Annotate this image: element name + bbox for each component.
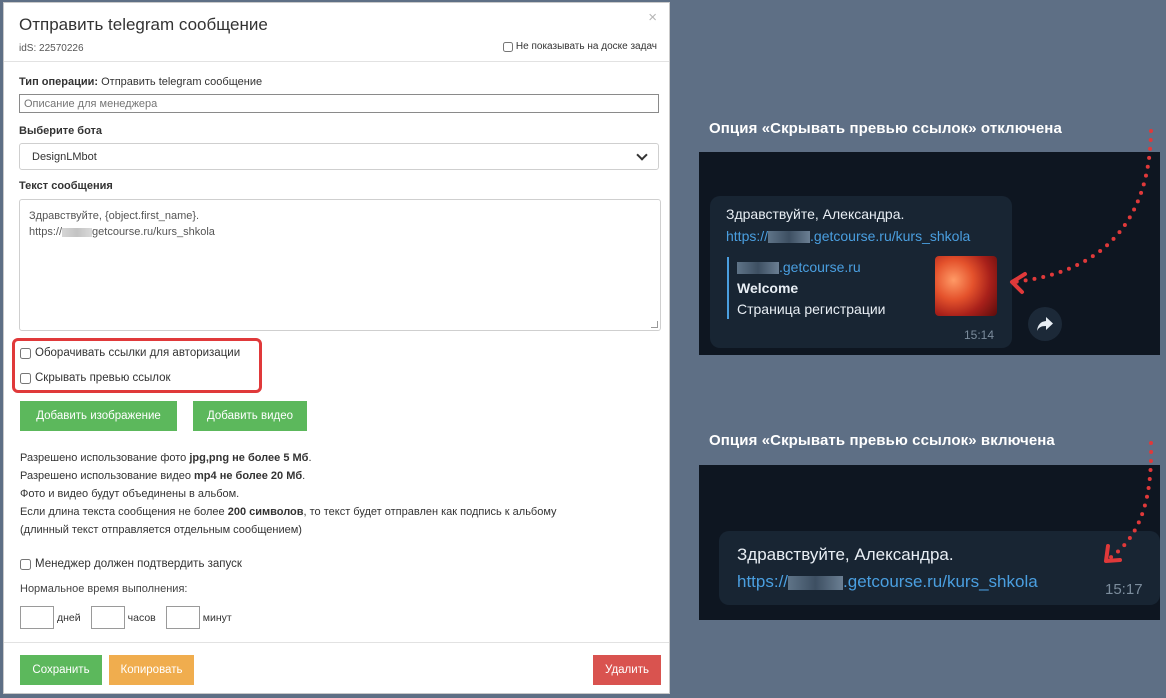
message-link[interactable]: https:// .getcourse.ru/kurs_shkola bbox=[726, 228, 970, 244]
manager-confirm-option[interactable]: Менеджер должен подтвердить запуск bbox=[20, 558, 242, 570]
preview-thumbnail bbox=[935, 256, 997, 316]
hide-preview-checkbox[interactable] bbox=[20, 372, 31, 384]
modal-title: Отправить telegram сообщение bbox=[19, 15, 268, 34]
info-line-4: Если длина текста сообщения не более 200… bbox=[20, 506, 557, 518]
days-input[interactable] bbox=[20, 606, 54, 629]
info-line-3: Фото и видео будут объединены в альбом. bbox=[20, 488, 240, 500]
link-preview-bar bbox=[727, 257, 729, 319]
info-line-5: (длинный текст отправляется отдельным со… bbox=[20, 524, 302, 536]
bot-select[interactable]: DesignLMbot bbox=[19, 143, 659, 170]
preview-description: Страница регистрации bbox=[737, 301, 886, 317]
add-image-button[interactable]: Добавить изображение bbox=[20, 401, 177, 431]
operation-type: Тип операции: Отправить telegram сообщен… bbox=[19, 76, 262, 88]
message-link[interactable]: https:// .getcourse.ru/kurs_shkola bbox=[737, 572, 1038, 592]
blurred-subdomain bbox=[62, 227, 93, 237]
bot-label: Выберите бота bbox=[19, 125, 103, 137]
wrap-links-label: Оборачивать ссылки для авторизации bbox=[35, 347, 241, 359]
normal-time-label: Нормальное время выполнения: bbox=[20, 583, 188, 595]
operation-type-label: Тип операции: bbox=[19, 76, 99, 88]
close-icon[interactable]: × bbox=[648, 9, 657, 26]
hide-from-board-checkbox[interactable] bbox=[502, 41, 513, 52]
link-suffix: .getcourse.ru/kurs_shkola bbox=[810, 228, 971, 244]
wrap-links-checkbox[interactable] bbox=[20, 347, 31, 359]
operation-ids: idS: 22570226 bbox=[19, 43, 84, 54]
share-arrow-icon[interactable] bbox=[1028, 307, 1062, 341]
copy-button[interactable]: Копировать bbox=[109, 655, 194, 685]
message-label: Текст сообщения bbox=[19, 180, 113, 192]
message-time: 15:14 bbox=[964, 328, 995, 342]
info-line-1: Разрешено использование фото jpg,png не … bbox=[20, 452, 312, 464]
blurred-subdomain bbox=[768, 231, 811, 244]
header-divider bbox=[4, 61, 669, 62]
manager-description-input[interactable] bbox=[19, 94, 659, 113]
message-link-suffix: getcourse.ru/kurs_shkola bbox=[92, 226, 215, 238]
hours-unit: часов bbox=[127, 611, 156, 624]
operation-type-value: Отправить telegram сообщение bbox=[101, 76, 263, 88]
days-unit: дней bbox=[57, 611, 81, 624]
manager-confirm-label: Менеджер должен подтвердить запуск bbox=[35, 558, 242, 570]
message-time: 15:17 bbox=[1105, 581, 1143, 598]
manager-confirm-checkbox[interactable] bbox=[20, 558, 31, 570]
footer-divider bbox=[4, 642, 669, 643]
telegram-preview-off: Здравствуйте, Александра. https:// .getco… bbox=[699, 152, 1160, 355]
hide-from-board-label: Не показывать на доске задач bbox=[515, 41, 657, 52]
message-link-prefix: https:// bbox=[29, 226, 63, 238]
preview-title: Welcome bbox=[737, 280, 799, 296]
telegram-operation-modal: Отправить telegram сообщение × idS: 2257… bbox=[3, 2, 670, 694]
bot-selected-value: DesignLMbot bbox=[32, 150, 97, 163]
resize-handle-icon[interactable] bbox=[651, 321, 658, 328]
message-line-2: https:// getcourse.ru/kurs_shkola bbox=[29, 224, 651, 240]
blurred-subdomain bbox=[737, 262, 779, 275]
preview-site-name: .getcourse.ru bbox=[779, 259, 861, 275]
wrap-links-option[interactable]: Оборачивать ссылки для авторизации bbox=[20, 347, 240, 359]
minutes-unit: минут bbox=[202, 611, 232, 624]
hide-preview-option[interactable]: Скрывать превью ссылок bbox=[20, 372, 171, 384]
greeting-text: Здравствуйте, Александра. bbox=[737, 545, 954, 564]
caption-preview-on: Опция «Скрывать превью ссылок» включена bbox=[709, 432, 1055, 449]
message-bubble bbox=[719, 531, 1160, 605]
preview-site: .getcourse.ru bbox=[737, 259, 861, 275]
minutes-input[interactable] bbox=[165, 606, 200, 629]
telegram-preview-on: Здравствуйте, Александра. https:// .getco… bbox=[699, 465, 1160, 620]
save-button[interactable]: Сохранить bbox=[20, 655, 102, 685]
link-suffix: .getcourse.ru/kurs_shkola bbox=[843, 572, 1038, 591]
media-info: Разрешено использование фото jpg,png не … bbox=[20, 449, 557, 539]
message-line-1: Здравствуйте, {object.first_name}. bbox=[29, 210, 200, 222]
hide-preview-label: Скрывать превью ссылок bbox=[35, 372, 171, 384]
normal-time-inputs: дней часов минут bbox=[20, 606, 242, 629]
info-line-2: Разрешено использование видео mp4 не бол… bbox=[20, 470, 306, 482]
hours-input[interactable] bbox=[90, 606, 125, 629]
greeting-text: Здравствуйте, Александра. bbox=[726, 206, 905, 222]
blurred-subdomain bbox=[788, 575, 844, 590]
link-prefix: https:// bbox=[737, 572, 789, 591]
caption-preview-off: Опция «Скрывать превью ссылок» отключена bbox=[709, 120, 1062, 137]
chevron-down-icon bbox=[636, 148, 648, 161]
message-textarea[interactable]: Здравствуйте, {object.first_name}. https… bbox=[19, 199, 661, 331]
delete-button[interactable]: Удалить bbox=[593, 655, 661, 685]
add-video-button[interactable]: Добавить видео bbox=[193, 401, 307, 431]
link-prefix: https:// bbox=[726, 228, 769, 244]
hide-from-board-option[interactable]: Не показывать на доске задач bbox=[502, 41, 657, 52]
